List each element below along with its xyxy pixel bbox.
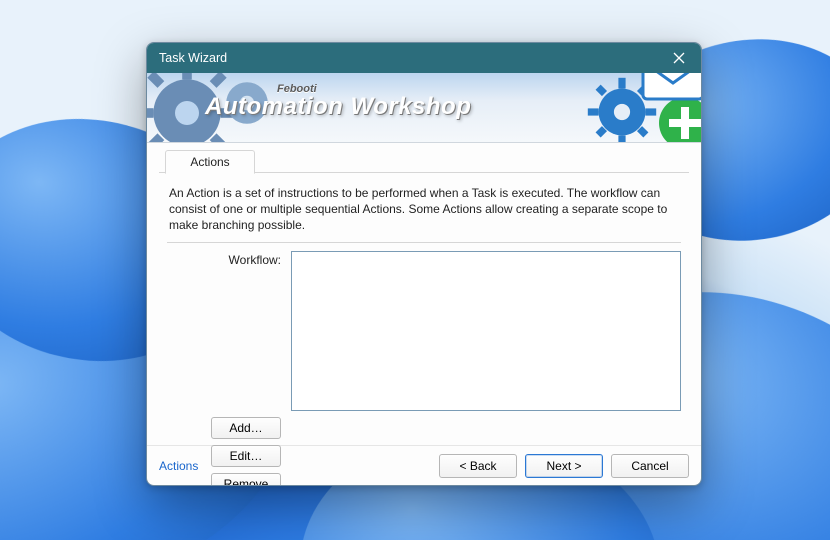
envelope-icon (641, 73, 701, 107)
window-title: Task Wizard (159, 51, 657, 65)
tab-strip: Actions (159, 149, 689, 173)
tab-label: Actions (190, 155, 229, 169)
edit-button[interactable]: Edit… (211, 445, 281, 467)
desktop-background: Task Wizard (0, 0, 830, 540)
brand-large: Automation Workshop (205, 93, 471, 121)
remove-button[interactable]: Remove (211, 473, 281, 486)
description-text: An Action is a set of instructions to be… (167, 181, 681, 242)
workflow-label: Workflow: (167, 251, 291, 267)
close-icon (673, 52, 685, 64)
workflow-listbox[interactable] (291, 251, 681, 411)
tab-actions[interactable]: Actions (165, 150, 255, 174)
close-button[interactable] (657, 43, 701, 73)
titlebar[interactable]: Task Wizard (147, 43, 701, 73)
divider (167, 242, 681, 243)
tab-panel: An Action is a set of instructions to be… (159, 173, 689, 445)
task-wizard-dialog: Task Wizard (146, 42, 702, 486)
body-area: Actions An Action is a set of instructio… (147, 143, 701, 445)
add-button[interactable]: Add… (211, 417, 281, 439)
banner: Febooti Automation Workshop (147, 73, 701, 143)
